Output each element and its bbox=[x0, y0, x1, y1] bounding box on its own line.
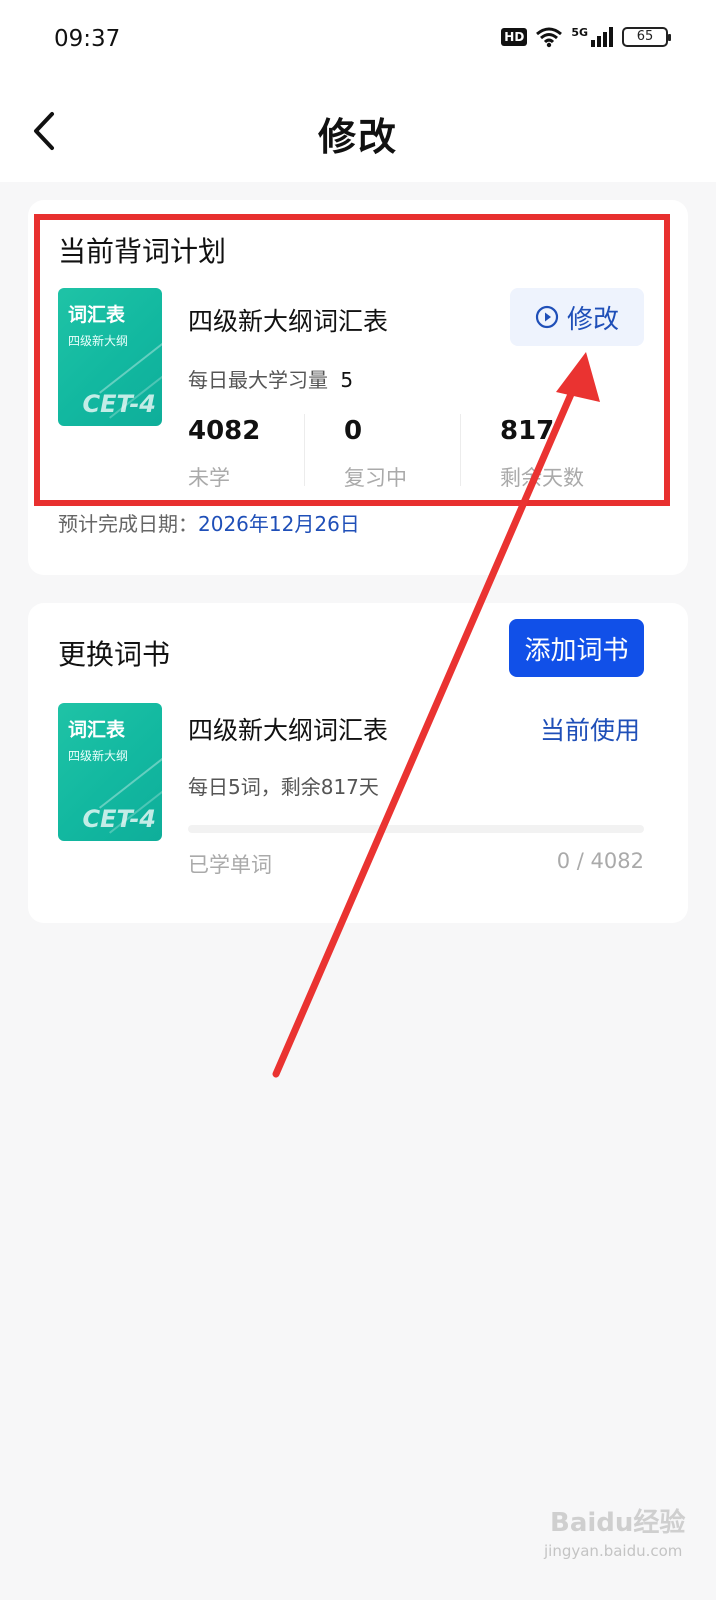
current-use-status: 当前使用 bbox=[540, 716, 641, 745]
book-detail: 每日5词，剩余817天 bbox=[188, 775, 379, 799]
status-bar: 09:37 HD 5G 65 bbox=[0, 0, 716, 86]
stat-unlearned-value: 4082 bbox=[188, 416, 261, 446]
books-section-title: 更换词书 bbox=[58, 638, 171, 671]
watermark-text: Baidu经验 bbox=[550, 1508, 686, 1538]
stat-unlearned-label: 未学 bbox=[188, 466, 230, 490]
hd-icon: HD bbox=[501, 28, 528, 46]
stat-review-label: 复习中 bbox=[344, 466, 407, 490]
wifi-icon bbox=[536, 27, 563, 48]
stat-divider bbox=[304, 414, 305, 486]
cover-badge: CET-4 bbox=[82, 390, 156, 418]
cover-title: 词汇表 bbox=[68, 719, 126, 741]
add-book-button[interactable]: 添加词书 bbox=[509, 619, 644, 677]
page-title: 修改 bbox=[317, 115, 398, 159]
book-cover: 词汇表 四级新大纲 CET-4 bbox=[58, 288, 162, 426]
daily-max-label: 每日最大学习量 bbox=[188, 368, 328, 392]
learned-count: 0 / 4082 bbox=[556, 849, 644, 873]
watermark-sub: jingyan.baidu.com bbox=[544, 1542, 683, 1560]
finish-date-row: 预计完成日期：2026年12月26日 bbox=[58, 508, 360, 537]
modify-button[interactable]: 修改 bbox=[510, 288, 644, 346]
signal-icon bbox=[591, 27, 613, 47]
change-book-card: 更换词书 添加词书 词汇表 四级新大纲 CET-4 四级新大纲词汇表 当前使用 … bbox=[28, 603, 688, 923]
cover-subtitle: 四级新大纲 bbox=[68, 749, 129, 763]
finish-date-label: 预计完成日期： bbox=[58, 512, 198, 536]
cover-subtitle: 四级新大纲 bbox=[68, 334, 129, 348]
book-name: 四级新大纲词汇表 bbox=[188, 716, 389, 745]
battery-icon: 65 bbox=[622, 27, 671, 47]
cover-badge: CET-4 bbox=[82, 805, 156, 833]
learned-label: 已学单词 bbox=[188, 853, 272, 877]
stat-review-value: 0 bbox=[344, 416, 363, 446]
watermark: Baidu经验 jingyan.baidu.com bbox=[540, 1494, 700, 1574]
modify-button-label: 修改 bbox=[566, 304, 619, 335]
header: 修改 bbox=[0, 86, 716, 182]
plan-section-title: 当前背词计划 bbox=[58, 235, 227, 268]
daily-max-value: 5 bbox=[340, 368, 354, 392]
book-progress-bar bbox=[188, 825, 644, 833]
daily-max: 每日最大学习量 5 bbox=[188, 364, 353, 393]
status-time: 09:37 bbox=[54, 26, 121, 52]
stat-divider bbox=[460, 414, 461, 486]
network-type: 5G bbox=[571, 26, 588, 39]
cover-title: 词汇表 bbox=[68, 304, 126, 326]
stat-days-value: 817 bbox=[500, 416, 555, 446]
status-icons: HD 5G 65 bbox=[501, 26, 671, 48]
plan-book-name: 四级新大纲词汇表 bbox=[188, 307, 389, 336]
stat-days-label: 剩余天数 bbox=[500, 466, 584, 490]
book-cover: 词汇表 四级新大纲 CET-4 bbox=[58, 703, 162, 841]
finish-date-value: 2026年12月26日 bbox=[198, 512, 360, 536]
current-plan-card: 当前背词计划 词汇表 四级新大纲 CET-4 四级新大纲词汇表 修改 每日最大学… bbox=[28, 200, 688, 575]
play-circle-icon bbox=[535, 305, 559, 329]
